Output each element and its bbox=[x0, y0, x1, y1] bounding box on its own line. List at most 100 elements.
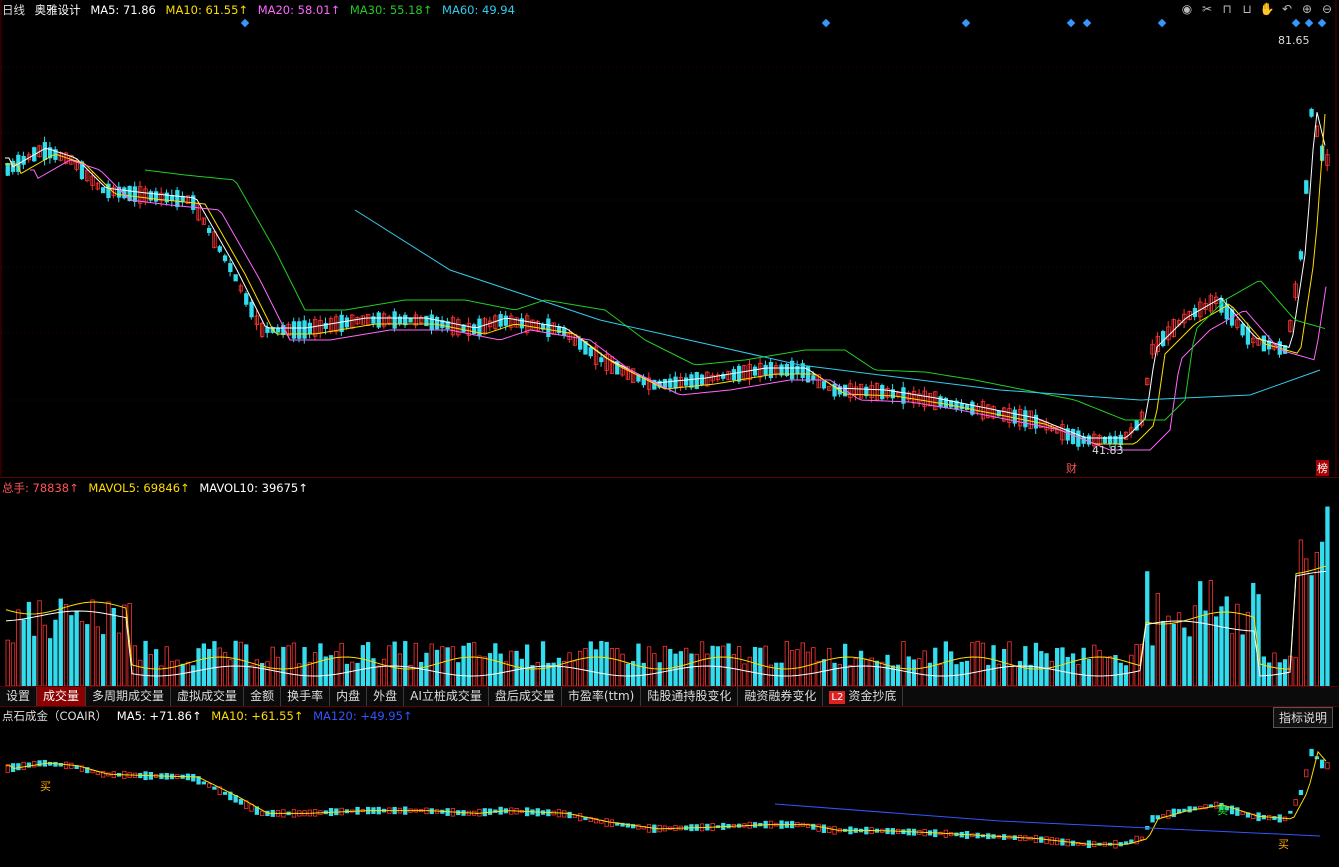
tab-margin[interactable]: 融资融券变化 bbox=[738, 687, 824, 706]
volume-bar bbox=[694, 653, 699, 686]
tab-pe-ttm[interactable]: 市盈率(ttm) bbox=[562, 687, 642, 706]
candlestick bbox=[1070, 428, 1076, 445]
hand-icon[interactable]: ✋ bbox=[1259, 1, 1275, 17]
tab-capital-bottom[interactable]: L2 资金抄底 bbox=[823, 687, 904, 706]
tab-after-hours-volume[interactable]: 盘后成交量 bbox=[489, 687, 562, 706]
volume-bar bbox=[1155, 593, 1160, 686]
volume-bar bbox=[758, 647, 763, 686]
volume-bar bbox=[42, 624, 47, 686]
ma10-line bbox=[5, 113, 1326, 445]
zoom-in-icon[interactable]: ⊕ bbox=[1299, 1, 1315, 17]
scissors-icon[interactable]: ✂ bbox=[1199, 1, 1215, 17]
volume-chart-pane[interactable]: 总手: 78838↑ MAVOL5: 69846↑ MAVOL10: 39675… bbox=[0, 477, 1339, 686]
indicator-bar bbox=[1070, 840, 1076, 846]
candlestick bbox=[434, 316, 440, 330]
candlestick bbox=[668, 378, 673, 388]
indicator-bar bbox=[1304, 769, 1309, 778]
indicator-bar bbox=[32, 761, 37, 768]
volume-bar bbox=[535, 661, 540, 686]
volume-bar bbox=[48, 638, 53, 686]
candlestick bbox=[291, 321, 297, 339]
volume-bar bbox=[456, 662, 461, 686]
indicator-bar bbox=[206, 783, 212, 788]
tab-ai-volume[interactable]: AI立桩成交量 bbox=[404, 687, 489, 706]
volume-bar bbox=[90, 599, 95, 686]
volume-bar bbox=[445, 647, 450, 686]
indicator-bar bbox=[1240, 811, 1245, 816]
bang-marker[interactable]: 榜 bbox=[1316, 460, 1329, 476]
lock-icon[interactable]: ⊓ bbox=[1219, 1, 1235, 17]
chart-toolbar: ◉ ✂ ⊓ ⊔ ✋ ↶ ⊕ ⊖ bbox=[1179, 1, 1335, 17]
tab-volume[interactable]: 成交量 bbox=[37, 687, 87, 706]
volume-bar bbox=[800, 642, 805, 686]
volume-bar bbox=[726, 643, 731, 686]
volume-bar bbox=[1102, 656, 1107, 686]
tab-virtual-volume[interactable]: 虚拟成交量 bbox=[171, 687, 245, 706]
tab-settings[interactable]: 设置 bbox=[0, 687, 38, 706]
candlestick bbox=[795, 365, 800, 375]
tab-multi-period-volume[interactable]: 多周期成交量 bbox=[86, 687, 172, 706]
indicator-chart-pane[interactable]: 点石成金（COAIR） MA5: +71.86↑ MA10: +61.55↑ M… bbox=[0, 706, 1339, 867]
zoom-out-icon[interactable]: ⊖ bbox=[1319, 1, 1335, 17]
volume-bar bbox=[646, 646, 652, 686]
volume-bar bbox=[1229, 633, 1235, 686]
volume-bar bbox=[63, 604, 69, 686]
volume-bar bbox=[1097, 649, 1102, 686]
volume-bar bbox=[164, 646, 169, 686]
volume-bar bbox=[493, 643, 498, 686]
volume-bar bbox=[26, 601, 32, 686]
buy-marker-2: 买 bbox=[1278, 838, 1289, 851]
indicator-bar bbox=[816, 823, 821, 832]
indicator-bar bbox=[1161, 814, 1166, 818]
indicator-bar bbox=[201, 781, 207, 785]
volume-bar bbox=[917, 658, 922, 686]
volume-bar bbox=[1060, 647, 1065, 686]
indicator-bar bbox=[1044, 836, 1049, 845]
indicator-help-button[interactable]: 指标说明 bbox=[1272, 707, 1333, 728]
finance-marker[interactable]: 财 bbox=[1066, 460, 1077, 476]
candlestick bbox=[684, 377, 689, 386]
indicator-bar bbox=[21, 761, 26, 770]
volume-bar bbox=[1065, 656, 1070, 686]
indicator-bar bbox=[1298, 789, 1304, 796]
tab-outer-volume[interactable]: 外盘 bbox=[367, 687, 405, 706]
volume-bar bbox=[196, 648, 201, 686]
volume-bar bbox=[609, 648, 615, 686]
volume-bar bbox=[848, 665, 853, 686]
indicator-bar bbox=[1139, 836, 1145, 840]
undo-icon[interactable]: ↶ bbox=[1279, 1, 1295, 17]
candlestick bbox=[233, 274, 238, 282]
candlestick bbox=[228, 263, 233, 273]
price-chart-pane[interactable]: 日线 奥雅设计 MA5: 71.86 MA10: 61.55↑ MA20: 58… bbox=[0, 0, 1339, 476]
indicator-bar bbox=[578, 813, 583, 822]
volume-bar bbox=[201, 643, 207, 686]
volume-bar bbox=[784, 640, 789, 686]
volume-bar bbox=[980, 642, 986, 686]
volume-bar bbox=[487, 653, 493, 686]
volume-bar bbox=[471, 642, 477, 686]
candlestick bbox=[249, 301, 254, 318]
volume-bar bbox=[365, 642, 371, 686]
eye-icon[interactable]: ◉ bbox=[1179, 1, 1195, 17]
volume-bar bbox=[583, 647, 588, 686]
tab-turnover[interactable]: 换手率 bbox=[281, 687, 331, 706]
l2-badge: L2 bbox=[829, 691, 846, 704]
volume-bar bbox=[752, 646, 758, 686]
volume-bar bbox=[1198, 581, 1203, 686]
candlestick bbox=[1161, 331, 1166, 347]
indicator-bar bbox=[1325, 762, 1330, 770]
candlestick bbox=[737, 365, 742, 382]
candlestick bbox=[1309, 108, 1314, 117]
unlock-icon[interactable]: ⊔ bbox=[1239, 1, 1255, 17]
volume-bar bbox=[185, 661, 191, 686]
tab-hk-connect[interactable]: 陆股通持股变化 bbox=[641, 687, 739, 706]
volume-bar bbox=[588, 641, 593, 686]
tab-inner-volume[interactable]: 内盘 bbox=[330, 687, 368, 706]
ind-ma120-label: MA120: +49.95↑ bbox=[313, 709, 413, 723]
volume-bar bbox=[615, 648, 620, 686]
indicator-bar bbox=[1320, 759, 1325, 769]
tab-amount[interactable]: 金额 bbox=[244, 687, 282, 706]
volume-bar bbox=[540, 641, 546, 686]
ma60-line bbox=[354, 209, 1321, 401]
volume-bar bbox=[328, 655, 334, 686]
